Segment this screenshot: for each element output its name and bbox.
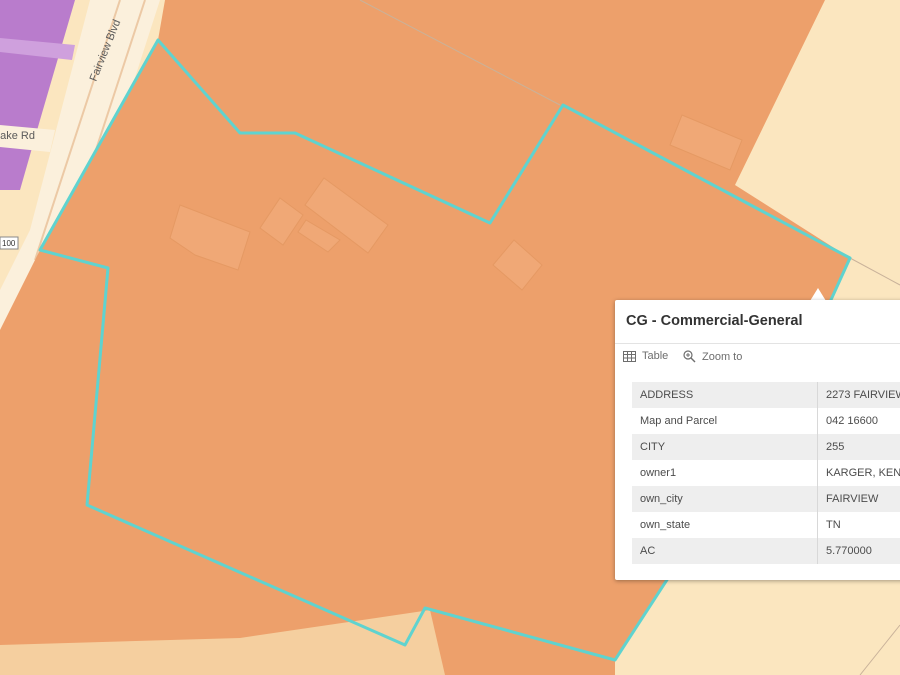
attr-key: Map and Parcel bbox=[632, 408, 818, 434]
table-action[interactable]: Table bbox=[623, 350, 668, 362]
attr-value: 2273 FAIRVIEW bbox=[817, 382, 900, 408]
table-row: Map and Parcel 042 16600 bbox=[632, 408, 900, 434]
attr-value: FAIRVIEW bbox=[817, 486, 900, 512]
table-row: CITY 255 bbox=[632, 434, 900, 460]
table-action-label: Table bbox=[642, 350, 669, 362]
table-row: own_state TN bbox=[632, 512, 900, 538]
zoom-to-label: Zoom to bbox=[702, 350, 743, 363]
route-shield-label: 100 bbox=[2, 239, 16, 248]
attr-value: 5.770000 bbox=[817, 538, 900, 564]
table-icon bbox=[623, 350, 636, 362]
attr-key: own_city bbox=[632, 486, 818, 512]
popup-title: CG - Commercial-General bbox=[626, 313, 803, 329]
table-row: AC 5.770000 bbox=[632, 538, 900, 564]
road-label-lake: Lake Rd bbox=[0, 130, 35, 142]
table-row: owner1 KARGER, KEN bbox=[632, 460, 900, 486]
attr-key: CITY bbox=[632, 434, 818, 460]
zoom-to-action[interactable]: Zoom to bbox=[683, 350, 742, 363]
attr-key: ADDRESS bbox=[632, 382, 818, 408]
zoom-in-icon bbox=[683, 350, 696, 363]
attr-value: KARGER, KEN bbox=[817, 460, 900, 486]
feature-popup[interactable]: CG - Commercial-General Table Zoom to AD… bbox=[615, 300, 900, 580]
attr-key: own_state bbox=[632, 512, 818, 538]
attr-value: TN bbox=[817, 512, 900, 538]
popup-divider bbox=[615, 343, 900, 344]
attr-value: 042 16600 bbox=[817, 408, 900, 434]
table-row: ADDRESS 2273 FAIRVIEW bbox=[632, 382, 900, 408]
attr-key: AC bbox=[632, 538, 818, 564]
attr-value: 255 bbox=[817, 434, 900, 460]
attr-key: owner1 bbox=[632, 460, 818, 486]
attribute-table: ADDRESS 2273 FAIRVIEW Map and Parcel 042… bbox=[632, 382, 900, 564]
table-row: own_city FAIRVIEW bbox=[632, 486, 900, 512]
